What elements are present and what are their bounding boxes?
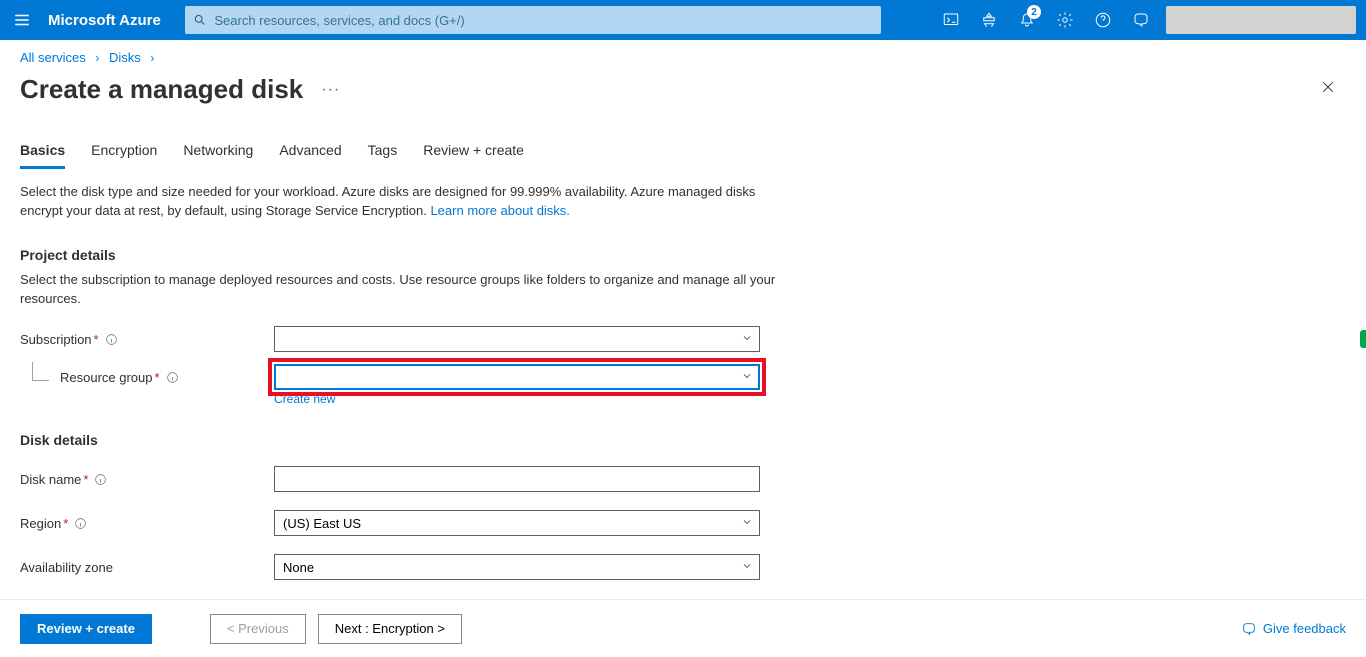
required-marker: * <box>155 370 160 385</box>
title-bar: Create a managed disk ··· <box>0 71 1366 118</box>
feedback-icon <box>1241 621 1257 637</box>
label-availability-zone: Availability zone <box>20 560 113 575</box>
help-icon[interactable] <box>1084 0 1122 40</box>
label-subscription: Subscription <box>20 332 92 347</box>
breadcrumb-all-services[interactable]: All services <box>20 50 86 65</box>
notifications-icon[interactable]: 2 <box>1008 0 1046 40</box>
learn-more-link[interactable]: Learn more about disks. <box>430 203 569 218</box>
region-value: (US) East US <box>283 516 361 531</box>
chevron-down-icon <box>741 370 753 385</box>
row-subscription: Subscription * <box>20 326 1310 352</box>
content-scroll[interactable]: Basics Encryption Networking Advanced Ta… <box>0 130 1366 599</box>
give-feedback-link[interactable]: Give feedback <box>1241 621 1346 637</box>
project-details-heading: Project details <box>20 247 1310 263</box>
account-area[interactable] <box>1166 6 1356 34</box>
tab-review[interactable]: Review + create <box>423 136 524 169</box>
region-dropdown[interactable]: (US) East US <box>274 510 760 536</box>
chevron-right-icon: › <box>150 51 154 65</box>
info-icon[interactable] <box>105 333 118 346</box>
disk-name-input[interactable] <box>274 466 760 492</box>
close-button[interactable] <box>1310 71 1346 108</box>
availability-zone-dropdown[interactable]: None <box>274 554 760 580</box>
info-icon[interactable] <box>94 473 107 486</box>
required-marker: * <box>63 516 68 531</box>
row-disk-name: Disk name * <box>20 466 1310 492</box>
label-resource-group: Resource group <box>60 370 153 385</box>
label-region: Region <box>20 516 61 531</box>
label-disk-name: Disk name <box>20 472 81 487</box>
search-box[interactable] <box>185 6 881 34</box>
create-new-link[interactable]: Create new <box>274 392 1310 406</box>
breadcrumb-disks[interactable]: Disks <box>109 50 141 65</box>
row-availability-zone: Availability zone None <box>20 554 1310 580</box>
resource-group-dropdown[interactable] <box>274 364 760 390</box>
review-create-button[interactable]: Review + create <box>20 614 152 644</box>
chevron-down-icon <box>741 332 753 347</box>
chevron-right-icon: › <box>95 51 99 65</box>
top-icon-group: 2 <box>932 0 1160 40</box>
intro-copy: Select the disk type and size needed for… <box>20 184 755 218</box>
required-marker: * <box>83 472 88 487</box>
previous-button[interactable]: < Previous <box>210 614 306 644</box>
directories-icon[interactable] <box>970 0 1008 40</box>
search-icon <box>193 13 207 27</box>
side-handle[interactable] <box>1360 330 1366 348</box>
project-details-sub: Select the subscription to manage deploy… <box>20 271 780 309</box>
row-region: Region * (US) East US <box>20 510 1310 536</box>
tab-networking[interactable]: Networking <box>183 136 253 169</box>
disk-details-heading: Disk details <box>20 432 1310 448</box>
top-bar: Microsoft Azure 2 <box>0 0 1366 40</box>
breadcrumb: All services › Disks › <box>0 40 1366 71</box>
subscription-dropdown[interactable] <box>274 326 760 352</box>
required-marker: * <box>94 332 99 347</box>
notification-badge: 2 <box>1027 5 1041 19</box>
info-icon[interactable] <box>166 371 179 384</box>
tab-tags[interactable]: Tags <box>368 136 398 169</box>
page-title: Create a managed disk <box>20 74 303 105</box>
tab-basics[interactable]: Basics <box>20 136 65 169</box>
search-input[interactable] <box>214 6 872 34</box>
cloud-shell-icon[interactable] <box>932 0 970 40</box>
chevron-down-icon <box>741 560 753 575</box>
next-button[interactable]: Next : Encryption > <box>318 614 462 644</box>
menu-icon[interactable] <box>0 0 44 40</box>
availability-zone-value: None <box>283 560 314 575</box>
feedback-top-icon[interactable] <box>1122 0 1160 40</box>
feedback-label: Give feedback <box>1263 621 1346 636</box>
info-icon[interactable] <box>74 517 87 530</box>
action-bar: Review + create < Previous Next : Encryp… <box>0 599 1366 657</box>
tab-bar: Basics Encryption Networking Advanced Ta… <box>20 136 1310 169</box>
tab-encryption[interactable]: Encryption <box>91 136 157 169</box>
more-actions-icon[interactable]: ··· <box>321 81 340 99</box>
chevron-down-icon <box>741 516 753 531</box>
row-resource-group: Resource group * <box>20 364 1310 390</box>
tab-advanced[interactable]: Advanced <box>279 136 341 169</box>
intro-text: Select the disk type and size needed for… <box>20 183 780 221</box>
brand-label[interactable]: Microsoft Azure <box>44 12 179 29</box>
settings-icon[interactable] <box>1046 0 1084 40</box>
